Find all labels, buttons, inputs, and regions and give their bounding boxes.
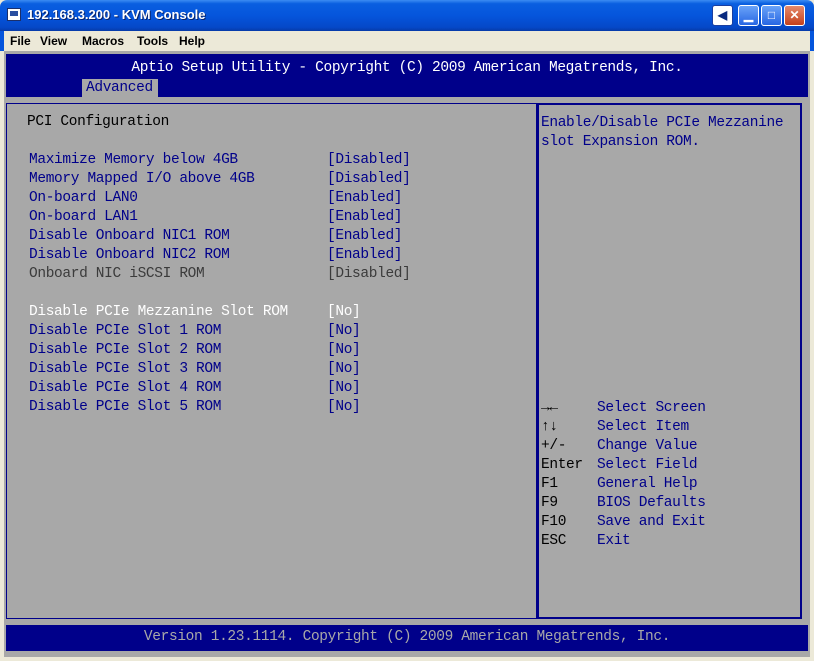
window-title-bar[interactable]: 192.168.3.200 - KVM Console ◀ ▁ □ ✕ xyxy=(0,0,814,31)
menu-view[interactable]: View xyxy=(40,34,67,48)
key-name: ESC xyxy=(541,533,567,549)
setting-value[interactable]: [No] xyxy=(327,399,361,415)
key-name: →← xyxy=(541,400,558,416)
setting-value: [Disabled] xyxy=(327,266,411,282)
setting-value[interactable]: [No] xyxy=(327,304,361,320)
help-panel: Enable/Disable PCIe Mezzanine slot Expan… xyxy=(537,103,802,619)
setting-label[interactable]: On-board LAN1 xyxy=(29,209,138,225)
setting-label[interactable]: Disable PCIe Slot 2 ROM xyxy=(29,342,221,358)
setting-label[interactable]: Disable PCIe Slot 5 ROM xyxy=(29,399,221,415)
bios-footer-text: Version 1.23.1114. Copyright (C) 2009 Am… xyxy=(143,629,671,645)
setting-value[interactable]: [No] xyxy=(327,323,361,339)
key-name: F9 xyxy=(541,495,558,511)
window-title: 192.168.3.200 - KVM Console xyxy=(27,7,206,22)
help-line: slot Expansion ROM. xyxy=(541,134,700,150)
back-icon[interactable]: ◀ xyxy=(712,5,733,26)
bios-header: Aptio Setup Utility - Copyright (C) 2009… xyxy=(6,54,808,97)
key-description: Save and Exit xyxy=(597,514,706,530)
setting-value[interactable]: [Disabled] xyxy=(327,171,411,187)
setting-label[interactable]: Disable PCIe Mezzanine Slot ROM xyxy=(29,304,288,320)
key-description: Select Field xyxy=(597,457,698,473)
setting-value[interactable]: [No] xyxy=(327,361,361,377)
key-name: Enter xyxy=(541,457,583,473)
setting-label[interactable]: Disable PCIe Slot 3 ROM xyxy=(29,361,221,377)
key-description: General Help xyxy=(597,476,698,492)
tab-advanced-label: Advanced xyxy=(86,80,153,96)
kvm-console-screen[interactable]: Aptio Setup Utility - Copyright (C) 2009… xyxy=(4,51,810,657)
menu-tools[interactable]: Tools xyxy=(137,34,168,48)
setting-label: Onboard NIC iSCSI ROM xyxy=(29,266,205,282)
key-description: Change Value xyxy=(597,438,698,454)
menu-bar: File View Macros Tools Help xyxy=(0,31,814,51)
setting-label[interactable]: Disable Onboard NIC1 ROM xyxy=(29,228,230,244)
setting-value[interactable]: [Disabled] xyxy=(327,152,411,168)
setting-value[interactable]: [No] xyxy=(327,342,361,358)
key-description: BIOS Defaults xyxy=(597,495,706,511)
setting-label[interactable]: On-board LAN0 xyxy=(29,190,138,206)
key-name: +/- xyxy=(541,438,567,454)
key-name: F1 xyxy=(541,476,558,492)
setting-label[interactable]: Disable PCIe Slot 1 ROM xyxy=(29,323,221,339)
setting-label[interactable]: Disable PCIe Slot 4 ROM xyxy=(29,380,221,396)
menu-file[interactable]: File xyxy=(10,34,31,48)
menu-macros[interactable]: Macros xyxy=(82,34,124,48)
minimize-button[interactable]: ▁ xyxy=(738,5,759,26)
setting-value[interactable]: [Enabled] xyxy=(327,247,403,263)
setting-label[interactable]: Maximize Memory below 4GB xyxy=(29,152,238,168)
help-line: Enable/Disable PCIe Mezzanine xyxy=(541,115,784,131)
settings-panel: PCI Configuration Maximize Memory below … xyxy=(6,103,537,619)
bios-footer: Version 1.23.1114. Copyright (C) 2009 Am… xyxy=(6,625,808,651)
key-name: ↑↓ xyxy=(541,419,558,435)
bios-header-title: Aptio Setup Utility - Copyright (C) 2009… xyxy=(131,60,683,76)
menu-help[interactable]: Help xyxy=(179,34,205,48)
maximize-button[interactable]: □ xyxy=(761,5,782,26)
monitor-icon[interactable] xyxy=(7,8,21,21)
setting-value[interactable]: [No] xyxy=(327,380,361,396)
key-name: F10 xyxy=(541,514,567,530)
setting-value[interactable]: [Enabled] xyxy=(327,190,403,206)
setting-value[interactable]: [Enabled] xyxy=(327,209,403,225)
key-description: Select Screen xyxy=(597,400,706,416)
setting-label[interactable]: Memory Mapped I/O above 4GB xyxy=(29,171,255,187)
setting-label[interactable]: Disable Onboard NIC2 ROM xyxy=(29,247,230,263)
key-description: Select Item xyxy=(597,419,689,435)
section-title: PCI Configuration xyxy=(27,114,169,130)
setting-value[interactable]: [Enabled] xyxy=(327,228,403,244)
key-description: Exit xyxy=(597,533,631,549)
tab-advanced[interactable]: Advanced xyxy=(82,79,158,97)
close-button[interactable]: ✕ xyxy=(784,5,805,26)
